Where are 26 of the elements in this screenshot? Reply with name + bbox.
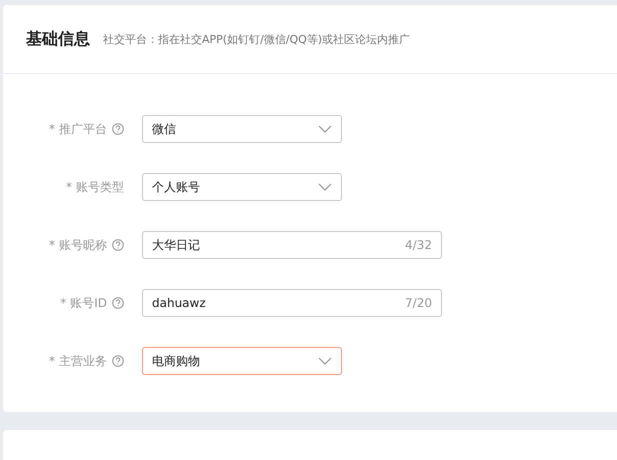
required-mark: *: [49, 122, 55, 136]
field-label: 账号类型: [76, 178, 124, 196]
required-mark: *: [66, 180, 72, 194]
character-count: 7/20: [405, 296, 432, 310]
section-description: 社交平台：指在社交APP(如钉钉/微信/QQ等)或社区论坛内推广: [103, 32, 410, 46]
help-icon[interactable]: [112, 297, 124, 309]
required-mark: *: [49, 354, 55, 368]
field-label: 账号昵称: [59, 236, 107, 254]
character-count: 4/32: [405, 238, 432, 252]
select-field[interactable]: 个人账号: [142, 173, 342, 201]
required-mark: *: [60, 296, 66, 310]
input-field[interactable]: 大华日记 4/32: [142, 231, 442, 259]
help-icon[interactable]: [112, 123, 124, 135]
select-field[interactable]: 电商购物: [142, 347, 342, 375]
required-mark: *: [49, 238, 55, 252]
select-field[interactable]: 微信: [142, 115, 342, 143]
chevron-down-icon: [318, 125, 332, 133]
help-icon[interactable]: [112, 355, 124, 367]
chevron-down-icon: [318, 357, 332, 365]
field-label: 账号ID: [70, 294, 107, 312]
section-title: 基础信息: [26, 28, 90, 50]
field-label: 推广平台: [59, 120, 107, 138]
input-field[interactable]: dahuawz 7/20: [142, 289, 442, 317]
help-icon[interactable]: [112, 239, 124, 251]
field-label: 主营业务: [59, 352, 107, 370]
chevron-down-icon: [318, 183, 332, 191]
